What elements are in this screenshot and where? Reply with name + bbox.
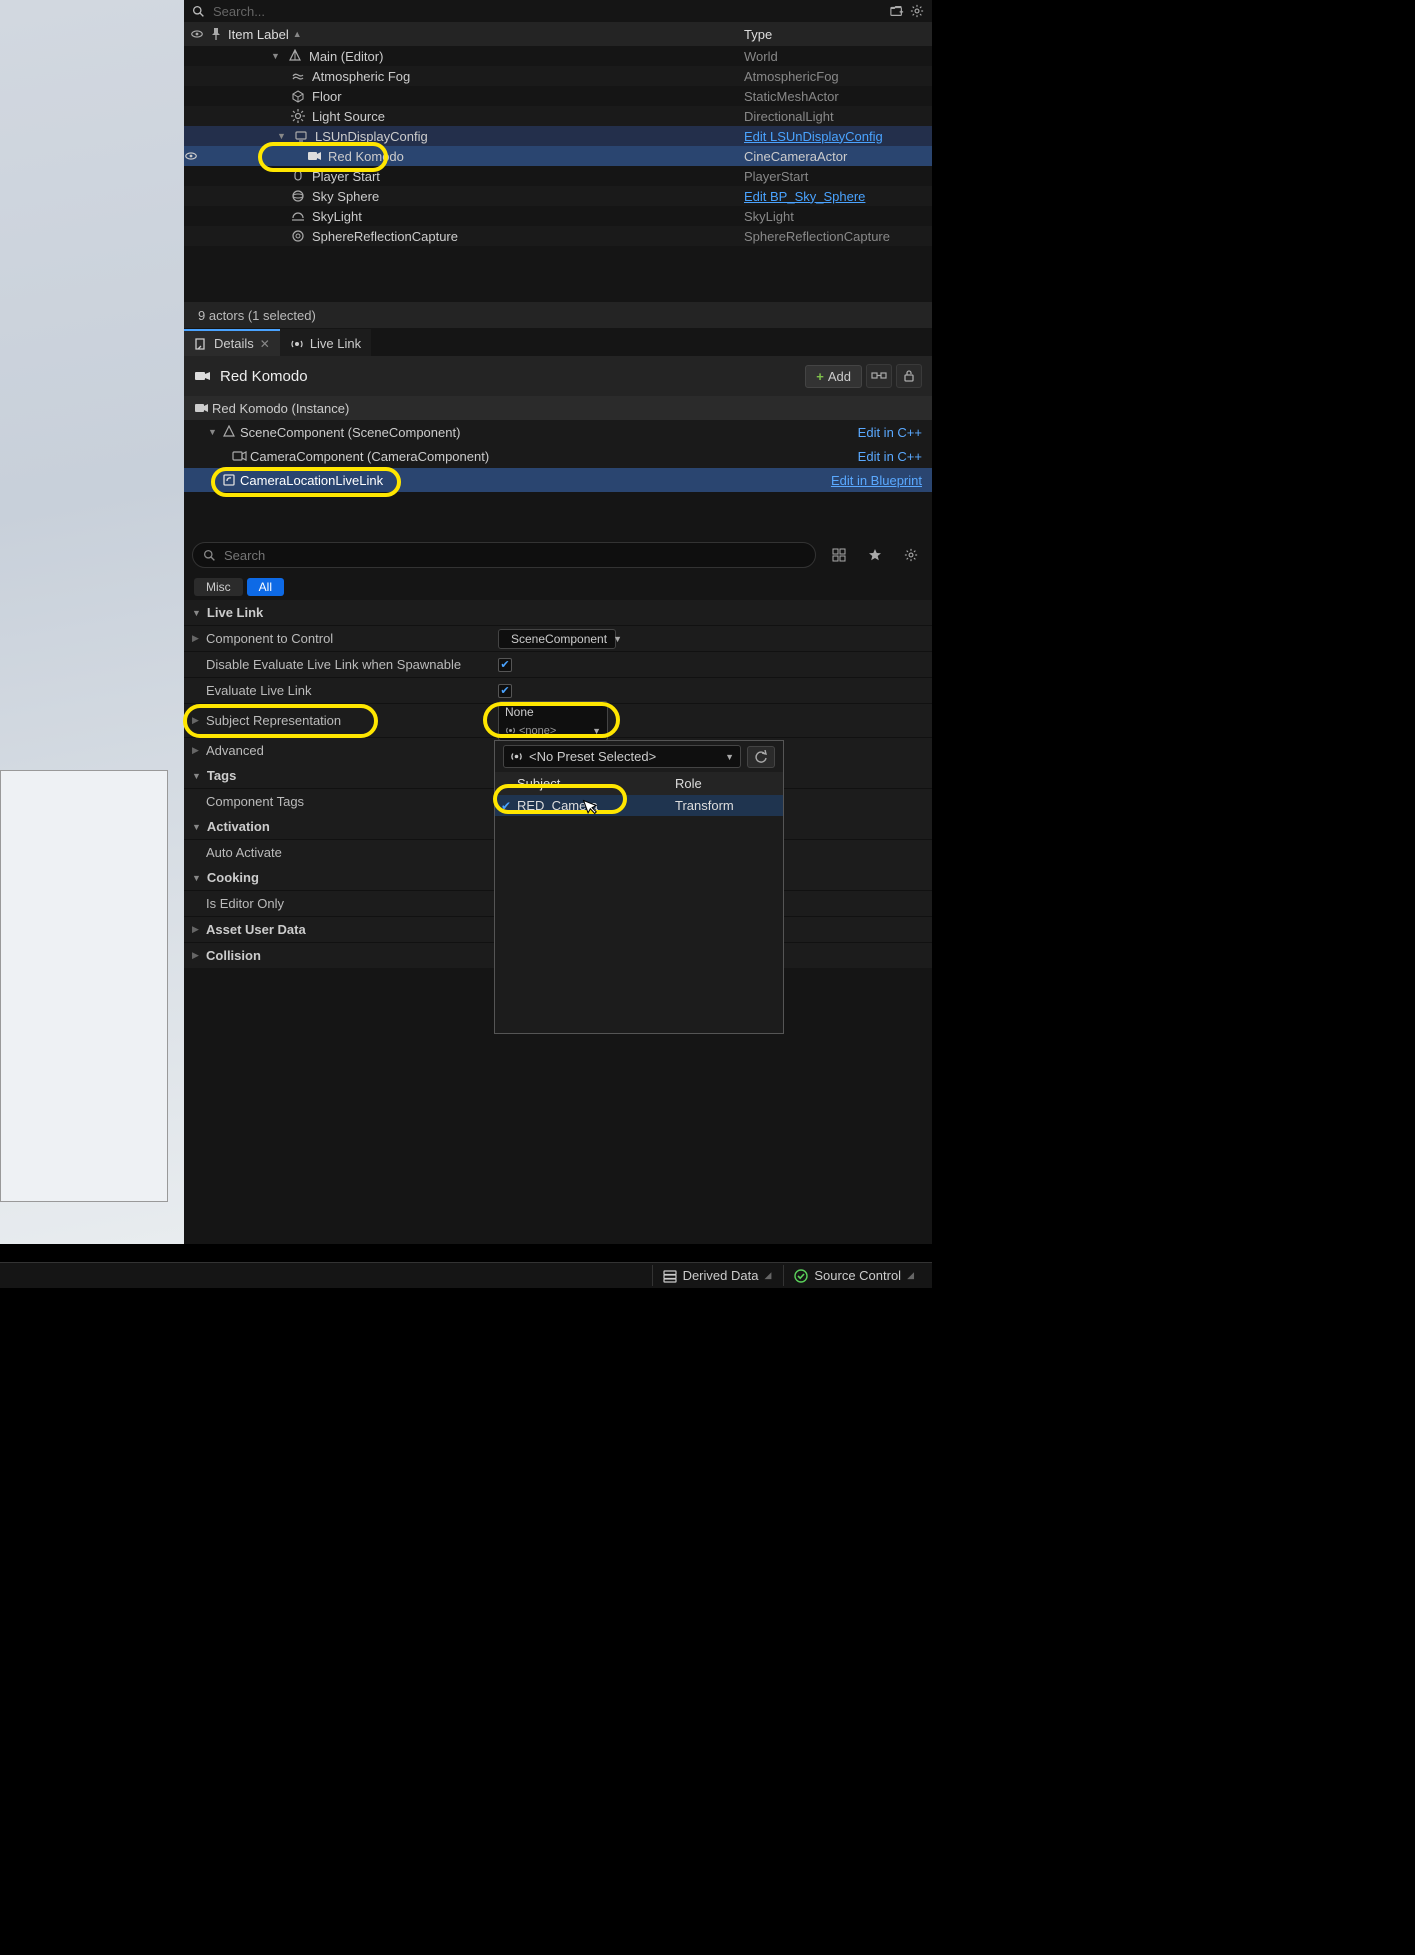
edit-sky-link[interactable]: Edit BP_Sky_Sphere	[744, 189, 865, 204]
item-label-column[interactable]: Item Label▲	[226, 27, 738, 42]
outliner-header: Item Label▲ Type	[184, 22, 932, 46]
outliner-row-redkomodo[interactable]: Red Komodo CineCameraActor	[184, 146, 932, 166]
camera-icon	[194, 402, 212, 414]
livelink-icon	[505, 725, 516, 736]
folder-add-icon[interactable]	[890, 4, 904, 18]
popup-col-subject: Subject	[517, 776, 675, 791]
outliner-row-light[interactable]: Light Source DirectionalLight	[184, 106, 932, 126]
edit-lsun-link[interactable]: Edit LSUnDisplayConfig	[744, 129, 883, 144]
check-icon	[794, 1269, 808, 1283]
reflection-icon	[291, 229, 307, 243]
livelink-icon	[510, 750, 523, 763]
outliner-row-fog[interactable]: Atmospheric Fog AtmosphericFog	[184, 66, 932, 86]
prop-subject-rep: ▶ Subject Representation None <none> ▼	[184, 703, 932, 737]
blueprint-icon-button[interactable]	[866, 364, 892, 388]
popup-col-role: Role	[675, 776, 702, 791]
right-panel: Item Label▲ Type ▼ Main (Editor) World A…	[184, 0, 932, 1244]
pin-column-icon[interactable]	[210, 27, 222, 41]
subject-rep-dropdown[interactable]: None <none> ▼	[498, 701, 608, 741]
sphere-icon	[291, 189, 307, 203]
outliner-row-lsun[interactable]: ▼ LSUnDisplayConfig Edit LSUnDisplayConf…	[184, 126, 932, 146]
prop-eval-livelink: ▶ Evaluate Live Link ✔	[184, 677, 932, 703]
outliner-row-skylight[interactable]: SkyLight SkyLight	[184, 206, 932, 226]
scene-icon	[222, 425, 240, 439]
world-icon	[288, 49, 304, 63]
grid-icon[interactable]	[826, 543, 852, 567]
popup-row-redcamera[interactable]: ✔ RED_Camera Transform	[495, 795, 783, 816]
visibility-column-icon[interactable]	[190, 27, 204, 41]
camera-icon	[232, 450, 250, 462]
sort-caret-icon: ▲	[293, 29, 302, 39]
reset-button[interactable]	[747, 746, 775, 768]
derived-data-button[interactable]: Derived Data ◢	[652, 1265, 782, 1286]
fog-icon	[291, 69, 307, 83]
camera-icon	[194, 369, 212, 383]
search-icon	[203, 549, 216, 562]
details-tabs: Details ✕ Live Link	[184, 328, 932, 356]
comp-row-livelink[interactable]: CameraLocationLiveLink Edit in Blueprint	[184, 468, 932, 492]
type-column[interactable]: Type	[738, 27, 932, 42]
disable-eval-checkbox[interactable]: ✔	[498, 658, 512, 672]
tab-livelink[interactable]: Live Link	[280, 329, 371, 356]
lock-icon-button[interactable]	[896, 364, 922, 388]
outliner-search-input[interactable]	[213, 4, 882, 19]
outliner-status: 9 actors (1 selected)	[184, 302, 932, 328]
gear-icon[interactable]	[910, 4, 924, 18]
component-to-control-dropdown[interactable]: SceneComponent▼	[498, 629, 616, 649]
details-search-row	[184, 536, 932, 574]
eval-livelink-checkbox[interactable]: ✔	[498, 684, 512, 698]
visibility-icon	[184, 149, 198, 163]
sun-icon	[291, 109, 307, 123]
outliner-body: ▼ Main (Editor) World Atmospheric Fog At…	[184, 46, 932, 302]
preset-dropdown[interactable]: <No Preset Selected> ▼	[503, 745, 741, 768]
outliner-row-main[interactable]: ▼ Main (Editor) World	[184, 46, 932, 66]
cat-livelink[interactable]: ▼Live Link	[184, 600, 932, 625]
actor-name-label: Red Komodo	[220, 368, 308, 385]
details-search-input[interactable]	[224, 548, 805, 563]
livelink-tab-icon	[290, 337, 304, 351]
search-icon	[192, 5, 205, 18]
mesh-icon	[291, 89, 307, 103]
viewport-sliver	[0, 0, 184, 1244]
outliner-row-skysphere[interactable]: Sky Sphere Edit BP_Sky_Sphere	[184, 186, 932, 206]
edit-blueprint-link[interactable]: Edit in Blueprint	[831, 473, 922, 488]
filter-chips: Misc All	[184, 574, 932, 600]
star-icon[interactable]	[862, 543, 888, 567]
comp-row-camera[interactable]: CameraComponent (CameraComponent) Edit i…	[184, 444, 932, 468]
camera-icon	[307, 149, 323, 163]
bottom-statusbar: Derived Data ◢ Source Control ◢	[0, 1262, 932, 1288]
prop-component-to-control: ▶ Component to Control SceneComponent▼	[184, 625, 932, 651]
player-icon	[291, 169, 307, 183]
outliner-row-playerstart[interactable]: Player Start PlayerStart	[184, 166, 932, 186]
source-control-button[interactable]: Source Control ◢	[783, 1265, 924, 1286]
tab-details[interactable]: Details ✕	[184, 329, 280, 356]
viewport-inset-frame	[0, 770, 168, 1202]
component-tree: Red Komodo (Instance) ▼ SceneComponent (…	[184, 396, 932, 536]
component-icon	[222, 473, 240, 487]
details-tab-icon	[194, 337, 208, 351]
details-header: Red Komodo +Add	[184, 356, 932, 396]
gear-icon[interactable]	[898, 543, 924, 567]
check-icon: ✔	[495, 799, 517, 813]
prop-disable-eval: ▶ Disable Evaluate Live Link when Spawna…	[184, 651, 932, 677]
chip-misc[interactable]: Misc	[194, 578, 243, 596]
chip-all[interactable]: All	[247, 578, 284, 596]
outliner-row-floor[interactable]: Floor StaticMeshActor	[184, 86, 932, 106]
outliner-row-reflection[interactable]: SphereReflectionCapture SphereReflection…	[184, 226, 932, 246]
skylight-icon	[291, 209, 307, 223]
add-button[interactable]: +Add	[805, 365, 862, 388]
display-icon	[294, 129, 310, 143]
details-search[interactable]	[192, 542, 816, 568]
comp-row-scene[interactable]: ▼ SceneComponent (SceneComponent) Edit i…	[184, 420, 932, 444]
close-icon[interactable]: ✕	[260, 337, 270, 351]
edit-cpp-link[interactable]: Edit in C++	[858, 449, 922, 464]
storage-icon	[663, 1269, 677, 1283]
edit-cpp-link[interactable]: Edit in C++	[858, 425, 922, 440]
outliner-searchbar	[184, 0, 932, 22]
subject-picker-popup: <No Preset Selected> ▼ Subject Role ✔ RE…	[494, 740, 784, 1034]
comp-row-instance[interactable]: Red Komodo (Instance)	[184, 396, 932, 420]
